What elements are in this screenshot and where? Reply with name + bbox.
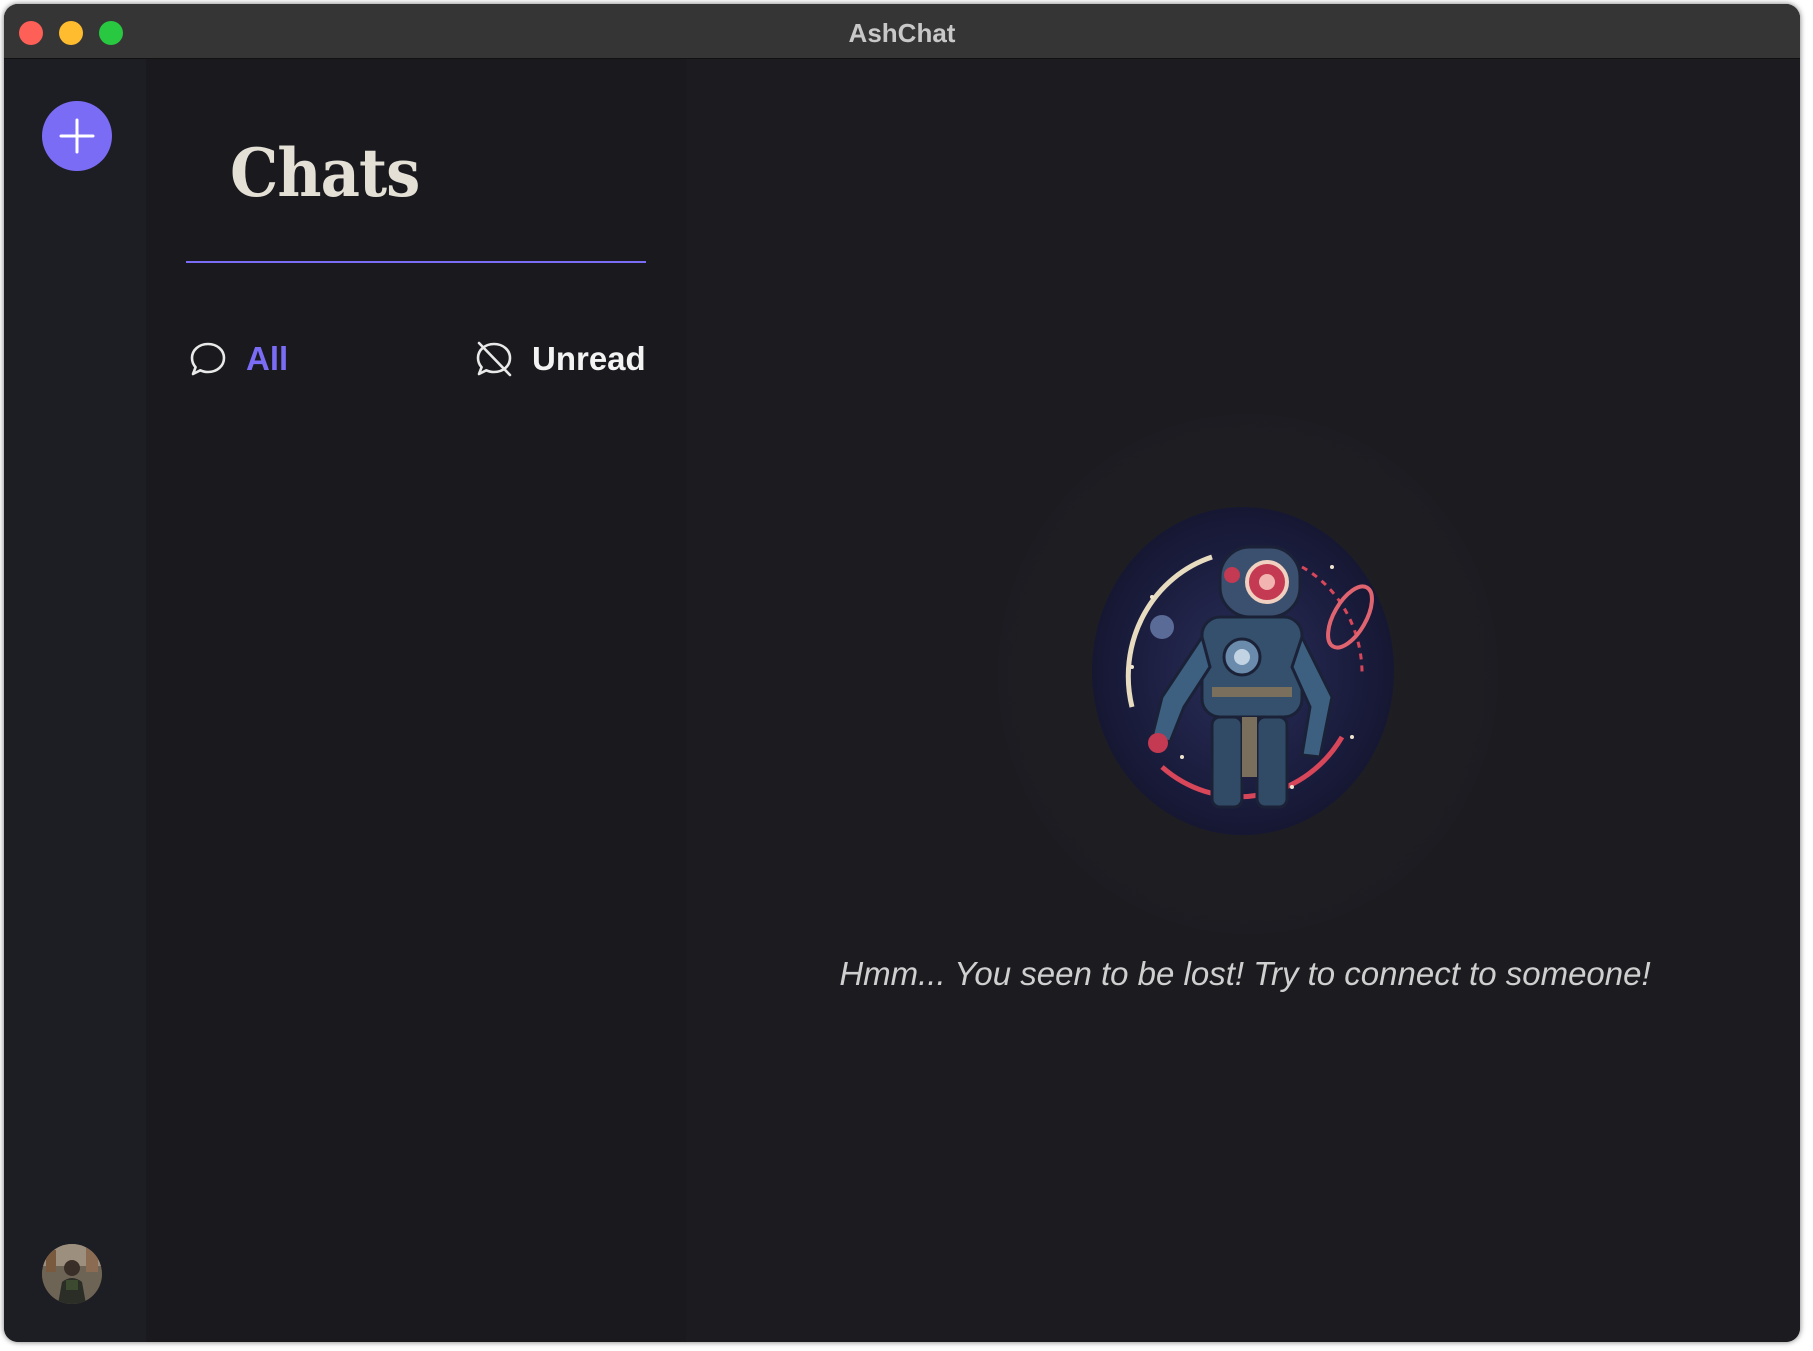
filter-tab-all[interactable]: All	[188, 339, 288, 379]
filter-tab-unread[interactable]: Unread	[474, 339, 646, 379]
filter-label-unread: Unread	[532, 340, 646, 377]
plus-icon	[59, 118, 95, 154]
avatar-photo	[42, 1244, 102, 1304]
title-bar: AshChat	[4, 4, 1800, 59]
chat-list-panel: Chats All Unread	[146, 59, 686, 1342]
robot-astronaut-illustration	[1092, 507, 1394, 835]
page-title: Chats	[230, 134, 420, 212]
title-divider	[186, 261, 646, 263]
chat-bubble-off-icon	[476, 341, 512, 377]
side-rail	[4, 59, 146, 1342]
user-avatar[interactable]	[42, 1244, 102, 1304]
filter-label-all: All	[246, 340, 289, 377]
empty-state-message: Hmm... You seen to be lost! Try to conne…	[839, 955, 1651, 992]
chat-bubble-icon	[190, 342, 226, 376]
conversation-area: Hmm... You seen to be lost! Try to conne…	[686, 59, 1800, 1342]
new-chat-button[interactable]	[42, 101, 112, 171]
app-window: AshChat Chats All Unread Hmm... You seen…	[4, 4, 1800, 1342]
window-title: AshChat	[848, 18, 956, 48]
